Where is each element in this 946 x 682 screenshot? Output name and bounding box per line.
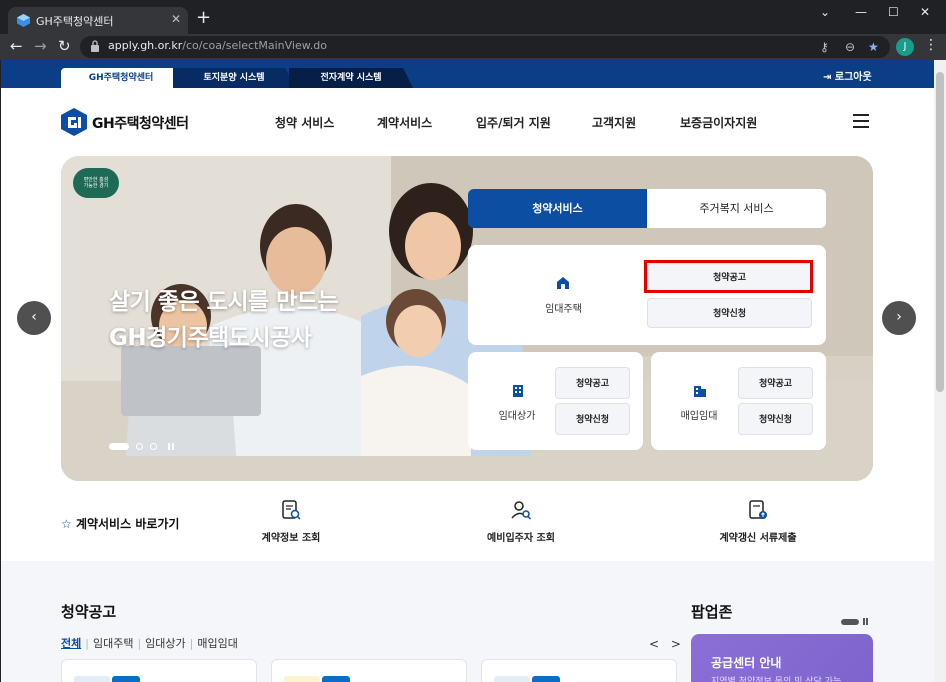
notice-filters: 전체 | 임대주택 | 임대상가 | 매입임대 bbox=[61, 635, 238, 651]
notice-pager: < > bbox=[649, 637, 681, 651]
popup-controls bbox=[841, 611, 868, 630]
purchase-rental-label: 매입임대 bbox=[680, 411, 718, 422]
filter-purchase-rental[interactable]: 매입임대 bbox=[197, 637, 237, 650]
slide-prev-button[interactable]: ‹ bbox=[17, 301, 51, 335]
maximize-icon[interactable]: ☐ bbox=[888, 5, 899, 19]
reload-icon[interactable]: ↻ bbox=[58, 37, 71, 55]
gh-logo-icon[interactable] bbox=[61, 108, 87, 136]
popup-card[interactable]: 공급센터 안내 지역별 청약정보 문의 및 상담 가능 bbox=[691, 634, 873, 682]
new-tab-button[interactable]: + bbox=[196, 8, 211, 28]
browser-menu-icon[interactable]: ⋮ bbox=[924, 37, 938, 53]
divider: | bbox=[85, 637, 89, 650]
logo-text[interactable]: GH주택청약센터 bbox=[92, 113, 189, 133]
chevron-left-icon: ‹ bbox=[31, 309, 37, 325]
key-icon[interactable]: ⚷ bbox=[820, 40, 829, 54]
slide-next-button[interactable]: › bbox=[882, 301, 916, 335]
slogan-badge: 편안한 홈섬 가능한 경기 bbox=[73, 168, 119, 198]
purchase-rental-notice-button[interactable]: 청약공고 bbox=[738, 367, 813, 399]
scrollbar-thumb[interactable] bbox=[936, 72, 944, 392]
nav-contract-service[interactable]: 계약서비스 bbox=[377, 114, 432, 131]
notice-section: 청약공고 전체 | 임대주택 | 임대상가 | 매입임대 < > 팝업존 공급센터 안내 지… bbox=[1, 561, 934, 682]
notice-prev-icon[interactable]: < bbox=[649, 637, 659, 651]
slide-dot-active[interactable] bbox=[109, 443, 129, 450]
divider: | bbox=[137, 637, 142, 650]
popup-zone-title: 팝업존 bbox=[691, 603, 733, 621]
bookmark-star-icon[interactable]: ★ bbox=[868, 40, 879, 54]
url-text: apply.gh.or.kr/co/coa/selectMainView.do bbox=[108, 39, 327, 52]
notice-card[interactable] bbox=[481, 659, 677, 682]
rental-shop-apply-button[interactable]: 청약신청 bbox=[555, 403, 630, 435]
user-search-icon bbox=[511, 501, 532, 520]
tab-e-contract-system[interactable]: 전자계약 시스템 bbox=[289, 68, 413, 88]
nav-deposit-interest[interactable]: 보증금이자지원 bbox=[680, 114, 757, 131]
address-bar[interactable]: apply.gh.or.kr/co/coa/selectMainView.do … bbox=[80, 36, 890, 58]
rental-house-label: 임대주택 bbox=[545, 304, 582, 315]
popup-card-subtitle: 지역별 청약정보 문의 및 상담 가능 bbox=[711, 677, 842, 682]
pause-icon[interactable] bbox=[168, 443, 175, 450]
slide-indicator bbox=[109, 436, 175, 455]
zoom-icon[interactable]: ⊖ bbox=[845, 40, 855, 54]
hamburger-menu-icon[interactable] bbox=[853, 114, 869, 128]
popup-progress bbox=[841, 618, 859, 625]
browser-tab[interactable]: GH주택청약센터 ✕ bbox=[8, 7, 188, 34]
page-scrollbar[interactable] bbox=[934, 60, 946, 682]
apartment-icon bbox=[694, 386, 706, 397]
building-icon bbox=[513, 385, 523, 397]
popup-pause-icon[interactable] bbox=[863, 618, 868, 625]
nav-move-support[interactable]: 입주/퇴거 지원 bbox=[476, 114, 551, 131]
contract-quick-links: ☆ 계약서비스 바로가기 계약정보 조회 예비입주자 조회 계약갱신 서류제출 bbox=[1, 481, 934, 561]
tab-housing-welfare[interactable]: 주거복지 서비스 bbox=[647, 189, 826, 228]
profile-avatar[interactable]: J bbox=[896, 38, 914, 56]
tab-close-icon[interactable]: ✕ bbox=[171, 12, 181, 26]
quick-links-title: ☆ 계약서비스 바로가기 bbox=[61, 517, 180, 531]
chevron-right-icon: › bbox=[896, 309, 902, 325]
forward-icon[interactable]: → bbox=[34, 37, 47, 55]
popup-card-title: 공급센터 안내 bbox=[711, 656, 782, 670]
divider: | bbox=[189, 637, 194, 650]
quick-renewal-submit[interactable]: 계약갱신 서류제출 bbox=[688, 499, 828, 544]
rental-house-apply-button[interactable]: 청약신청 bbox=[647, 298, 812, 328]
slide-dot[interactable] bbox=[136, 443, 144, 450]
filter-all[interactable]: 전체 bbox=[61, 637, 81, 650]
slide-dot[interactable] bbox=[150, 443, 158, 450]
site-system-bar: GH주택청약센터 토지분양 시스템 전자계약 시스템 ⇥ 로그아웃 bbox=[1, 60, 934, 88]
nav-customer-support[interactable]: 고객지원 bbox=[592, 114, 636, 131]
document-upload-icon bbox=[749, 500, 767, 519]
document-search-icon bbox=[282, 500, 301, 520]
notice-card[interactable] bbox=[61, 659, 257, 682]
star-outline-icon: ☆ bbox=[61, 517, 76, 531]
highlight-box bbox=[644, 260, 813, 293]
site-header: GH주택청약센터 청약 서비스 계약서비스 입주/퇴거 지원 고객지원 보증금이… bbox=[1, 88, 934, 156]
page-viewport: GH주택청약센터 토지분양 시스템 전자계약 시스템 ⇥ 로그아웃 GH주택청약… bbox=[1, 60, 934, 682]
tab-gh-apply-center[interactable]: GH주택청약센터 bbox=[61, 68, 181, 88]
minimize-icon[interactable]: — bbox=[855, 5, 867, 19]
nav-apply-service[interactable]: 청약 서비스 bbox=[275, 114, 334, 131]
site-favicon-icon bbox=[17, 14, 30, 27]
filter-rental-shop[interactable]: 임대상가 bbox=[145, 637, 185, 650]
tab-land-sale-system[interactable]: 토지분양 시스템 bbox=[173, 68, 295, 88]
back-icon[interactable]: ← bbox=[10, 37, 23, 55]
purchase-rental-apply-button[interactable]: 청약신청 bbox=[738, 403, 813, 435]
logout-button[interactable]: ⇥ 로그아웃 bbox=[823, 68, 872, 83]
lock-icon bbox=[91, 40, 99, 52]
tab-search-icon[interactable]: ⌄ bbox=[820, 5, 830, 19]
hero-slogan: 살기 좋은 도시를 만드는 GH경기주택도시공사 bbox=[109, 289, 339, 351]
tab-apply-service[interactable]: 청약서비스 bbox=[468, 189, 647, 228]
rental-shop-label: 임대상가 bbox=[498, 411, 536, 422]
quick-waitlist-lookup[interactable]: 예비입주자 조회 bbox=[451, 499, 591, 544]
notice-title: 청약공고 bbox=[61, 603, 117, 621]
close-window-icon[interactable]: ✕ bbox=[920, 5, 930, 19]
house-icon bbox=[557, 277, 569, 289]
browser-toolbar: ← → ↻ apply.gh.or.kr/co/coa/selectMainVi… bbox=[0, 34, 946, 60]
filter-rental-house[interactable]: 임대주택 bbox=[93, 637, 133, 650]
logout-icon: ⇥ bbox=[823, 72, 835, 83]
tab-title: GH주택청약센터 bbox=[36, 15, 114, 28]
browser-chrome: GH주택청약센터 ✕ + ⌄ — ☐ ✕ ← → ↻ apply.gh.or.k… bbox=[0, 0, 946, 60]
rental-shop-notice-button[interactable]: 청약공고 bbox=[555, 367, 630, 399]
quick-contract-info[interactable]: 계약정보 조회 bbox=[221, 499, 361, 544]
notice-next-icon[interactable]: > bbox=[671, 637, 681, 651]
notice-card[interactable] bbox=[271, 659, 467, 682]
